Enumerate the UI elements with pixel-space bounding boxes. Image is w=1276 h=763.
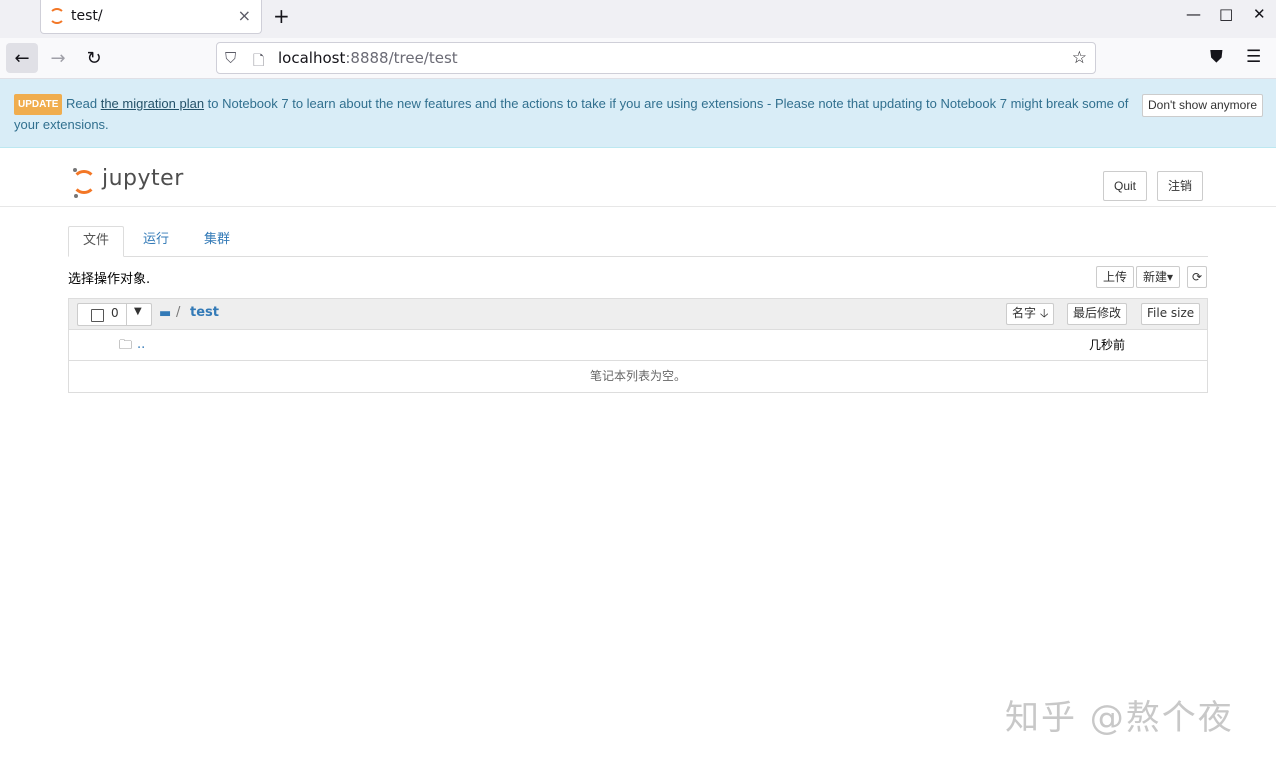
back-arrow-icon[interactable]: ←: [6, 43, 38, 73]
browser-tab-bar: test/ × + — □ ✕: [0, 0, 1276, 38]
jupyter-logo-icon: [72, 170, 96, 194]
dont-show-anymore-button[interactable]: Don't show anymore: [1142, 94, 1264, 117]
select-all-group[interactable]: 0 ▼: [77, 303, 152, 326]
update-badge: UPDATE: [14, 94, 63, 115]
update-banner: UPDATE Read the migration plan to Notebo…: [0, 79, 1276, 148]
caret-down-icon: ▾: [1167, 270, 1174, 284]
folder-icon[interactable]: ▬: [159, 306, 171, 321]
shield-icon[interactable]: ⛉: [225, 49, 236, 67]
url-text[interactable]: localhost:8888/tree/test: [278, 49, 458, 67]
tab-close-icon[interactable]: ×: [238, 6, 251, 25]
dashboard-tabs: 文件 运行 集群: [68, 226, 1208, 257]
tab-running[interactable]: 运行: [129, 226, 183, 257]
tab-clusters[interactable]: 集群: [190, 226, 244, 257]
file-list: 0 ▼ ▬ / test 名字 🡣 最后修改 File size 🗀 .. 几秒…: [68, 298, 1208, 393]
jupyter-logo-text: jupyter: [102, 166, 184, 191]
migration-plan-link[interactable]: the migration plan: [101, 96, 204, 111]
minimize-icon[interactable]: —: [1186, 5, 1201, 23]
menu-icon[interactable]: ☰: [1246, 47, 1261, 67]
reload-icon[interactable]: ↻: [78, 43, 110, 73]
banner-message: UPDATE Read the migration plan to Notebo…: [14, 94, 1129, 132]
list-item[interactable]: 🗀 .. 几秒前: [69, 330, 1207, 361]
jupyter-favicon-icon: [49, 8, 65, 24]
empty-list-message: 笔记本列表为空。: [589, 369, 686, 383]
parent-dir-link[interactable]: ..: [137, 337, 145, 352]
select-hint: 选择操作对象.: [68, 272, 151, 287]
select-all-checkbox[interactable]: [91, 309, 104, 322]
pocket-icon[interactable]: ⛊: [1210, 47, 1223, 67]
browser-tab-title: test/: [71, 8, 103, 24]
select-dropdown-caret-icon[interactable]: ▼: [134, 306, 142, 317]
new-dropdown-button[interactable]: 新建▾: [1136, 266, 1181, 288]
url-bar[interactable]: ⛉ 🗋 localhost:8888/tree/test ☆: [216, 42, 1096, 74]
forward-arrow-icon[interactable]: →: [42, 43, 74, 73]
browser-tab[interactable]: test/ ×: [40, 0, 262, 34]
folder-outline-icon: 🗀: [119, 338, 133, 353]
refresh-button[interactable]: ⟳: [1187, 266, 1208, 288]
breadcrumb-separator: /: [176, 305, 181, 320]
file-list-header: 0 ▼ ▬ / test 名字 🡣 最后修改 File size: [69, 299, 1207, 330]
browser-nav-bar: ← → ↻ ⛉ 🗋 localhost:8888/tree/test ☆ ⛊ ☰: [0, 38, 1276, 79]
tab-files[interactable]: 文件: [68, 226, 125, 257]
maximize-icon[interactable]: □: [1219, 5, 1233, 23]
sort-by-name-button[interactable]: 名字 🡣: [1006, 303, 1055, 325]
logout-button[interactable]: 注销: [1157, 171, 1204, 201]
upload-button[interactable]: 上传: [1096, 266, 1135, 288]
quit-button[interactable]: Quit: [1103, 171, 1148, 201]
modified-time: 几秒前: [1089, 338, 1126, 352]
refresh-icon: ⟳: [1192, 270, 1203, 284]
sort-by-modified-button[interactable]: 最后修改: [1067, 303, 1128, 325]
selected-count: 0: [111, 306, 119, 320]
page-info-icon[interactable]: 🗋: [253, 50, 264, 74]
close-window-icon[interactable]: ✕: [1253, 5, 1266, 23]
watermark: 知乎 @熬个夜: [1005, 698, 1234, 738]
jupyter-header: jupyter Quit 注销: [0, 148, 1276, 207]
breadcrumb-test[interactable]: test: [190, 305, 219, 320]
sort-by-size-button[interactable]: File size: [1141, 303, 1201, 325]
new-tab-button[interactable]: +: [273, 4, 290, 28]
bookmark-star-icon[interactable]: ☆: [1072, 48, 1087, 68]
